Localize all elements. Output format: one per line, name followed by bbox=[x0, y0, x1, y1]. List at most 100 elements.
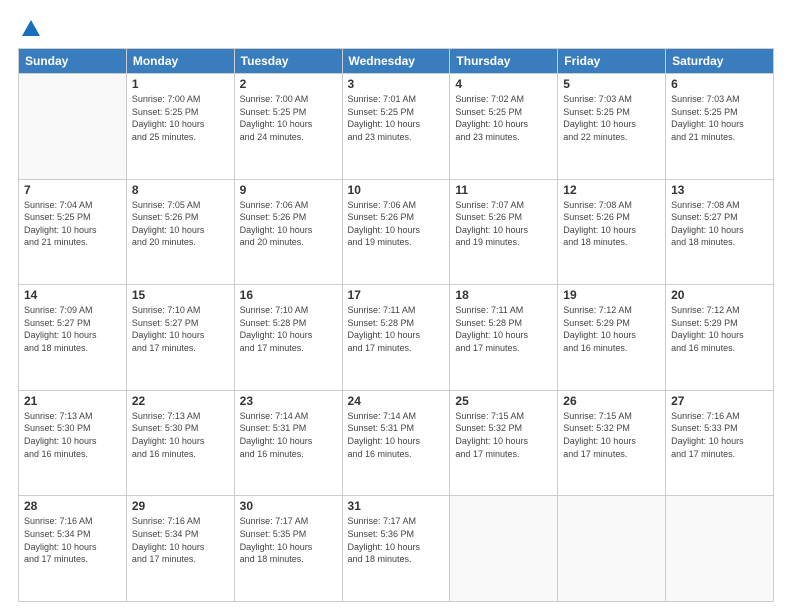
day-number: 20 bbox=[671, 288, 768, 302]
calendar-week-row: 14 Sunrise: 7:09 AM Sunset: 5:27 PM Dayli… bbox=[19, 285, 774, 391]
day-number: 16 bbox=[240, 288, 337, 302]
calendar-cell: 16 Sunrise: 7:10 AM Sunset: 5:28 PM Dayli… bbox=[234, 285, 342, 391]
calendar-cell bbox=[558, 496, 666, 602]
day-info: Sunrise: 7:14 AM Sunset: 5:31 PM Dayligh… bbox=[240, 410, 337, 460]
day-number: 13 bbox=[671, 183, 768, 197]
day-info: Sunrise: 7:12 AM Sunset: 5:29 PM Dayligh… bbox=[671, 304, 768, 354]
day-info: Sunrise: 7:10 AM Sunset: 5:28 PM Dayligh… bbox=[240, 304, 337, 354]
day-number: 22 bbox=[132, 394, 229, 408]
calendar-cell: 25 Sunrise: 7:15 AM Sunset: 5:32 PM Dayli… bbox=[450, 390, 558, 496]
calendar-cell: 2 Sunrise: 7:00 AM Sunset: 5:25 PM Daylig… bbox=[234, 74, 342, 180]
day-number: 2 bbox=[240, 77, 337, 91]
day-number: 25 bbox=[455, 394, 552, 408]
calendar-cell: 12 Sunrise: 7:08 AM Sunset: 5:26 PM Dayli… bbox=[558, 179, 666, 285]
day-number: 31 bbox=[348, 499, 445, 513]
day-number: 12 bbox=[563, 183, 660, 197]
day-info: Sunrise: 7:09 AM Sunset: 5:27 PM Dayligh… bbox=[24, 304, 121, 354]
calendar-cell: 19Sunrise: 7:12 AM Sunset: 5:29 PM Dayli… bbox=[558, 285, 666, 391]
calendar-cell: 18Sunrise: 7:11 AM Sunset: 5:28 PM Dayli… bbox=[450, 285, 558, 391]
page: SundayMondayTuesdayWednesdayThursdayFrid… bbox=[0, 0, 792, 612]
calendar-cell: 10 Sunrise: 7:06 AM Sunset: 5:26 PM Dayli… bbox=[342, 179, 450, 285]
calendar-cell bbox=[19, 74, 127, 180]
calendar-cell: 24 Sunrise: 7:14 AM Sunset: 5:31 PM Dayli… bbox=[342, 390, 450, 496]
calendar-cell: 1 Sunrise: 7:00 AM Sunset: 5:25 PM Daylig… bbox=[126, 74, 234, 180]
calendar-cell: 13 Sunrise: 7:08 AM Sunset: 5:27 PM Dayli… bbox=[666, 179, 774, 285]
day-number: 5 bbox=[563, 77, 660, 91]
calendar-header-row: SundayMondayTuesdayWednesdayThursdayFrid… bbox=[19, 49, 774, 74]
day-number: 1 bbox=[132, 77, 229, 91]
day-info: Sunrise: 7:15 AM Sunset: 5:32 PM Dayligh… bbox=[455, 410, 552, 460]
calendar-cell: 9Sunrise: 7:06 AM Sunset: 5:26 PM Daylig… bbox=[234, 179, 342, 285]
calendar-cell: 28 Sunrise: 7:16 AM Sunset: 5:34 PM Dayli… bbox=[19, 496, 127, 602]
day-number: 26 bbox=[563, 394, 660, 408]
calendar-cell: 4 Sunrise: 7:02 AM Sunset: 5:25 PM Daylig… bbox=[450, 74, 558, 180]
day-info: Sunrise: 7:16 AM Sunset: 5:33 PM Dayligh… bbox=[671, 410, 768, 460]
weekday-header-wednesday: Wednesday bbox=[342, 49, 450, 74]
day-info: Sunrise: 7:08 AM Sunset: 5:27 PM Dayligh… bbox=[671, 199, 768, 249]
calendar-cell: 8 Sunrise: 7:05 AM Sunset: 5:26 PM Daylig… bbox=[126, 179, 234, 285]
day-info: Sunrise: 7:16 AM Sunset: 5:34 PM Dayligh… bbox=[24, 515, 121, 565]
calendar-cell: 23 Sunrise: 7:14 AM Sunset: 5:31 PM Dayli… bbox=[234, 390, 342, 496]
day-info: Sunrise: 7:10 AM Sunset: 5:27 PM Dayligh… bbox=[132, 304, 229, 354]
calendar-week-row: 21Sunrise: 7:13 AM Sunset: 5:30 PM Dayli… bbox=[19, 390, 774, 496]
calendar-week-row: 28 Sunrise: 7:16 AM Sunset: 5:34 PM Dayli… bbox=[19, 496, 774, 602]
day-number: 15 bbox=[132, 288, 229, 302]
day-number: 9 bbox=[240, 183, 337, 197]
day-info: Sunrise: 7:11 AM Sunset: 5:28 PM Dayligh… bbox=[348, 304, 445, 354]
day-number: 28 bbox=[24, 499, 121, 513]
weekday-header-friday: Friday bbox=[558, 49, 666, 74]
calendar-cell: 7Sunrise: 7:04 AM Sunset: 5:25 PM Daylig… bbox=[19, 179, 127, 285]
day-number: 8 bbox=[132, 183, 229, 197]
day-info: Sunrise: 7:05 AM Sunset: 5:26 PM Dayligh… bbox=[132, 199, 229, 249]
calendar-cell: 27Sunrise: 7:16 AM Sunset: 5:33 PM Dayli… bbox=[666, 390, 774, 496]
calendar-cell: 5Sunrise: 7:03 AM Sunset: 5:25 PM Daylig… bbox=[558, 74, 666, 180]
calendar-week-row: 1 Sunrise: 7:00 AM Sunset: 5:25 PM Daylig… bbox=[19, 74, 774, 180]
day-info: Sunrise: 7:01 AM Sunset: 5:25 PM Dayligh… bbox=[348, 93, 445, 143]
day-info: Sunrise: 7:02 AM Sunset: 5:25 PM Dayligh… bbox=[455, 93, 552, 143]
calendar-cell: 11 Sunrise: 7:07 AM Sunset: 5:26 PM Dayli… bbox=[450, 179, 558, 285]
day-info: Sunrise: 7:11 AM Sunset: 5:28 PM Dayligh… bbox=[455, 304, 552, 354]
calendar-cell: 17 Sunrise: 7:11 AM Sunset: 5:28 PM Dayli… bbox=[342, 285, 450, 391]
day-info: Sunrise: 7:04 AM Sunset: 5:25 PM Dayligh… bbox=[24, 199, 121, 249]
weekday-header-tuesday: Tuesday bbox=[234, 49, 342, 74]
calendar-cell: 3 Sunrise: 7:01 AM Sunset: 5:25 PM Daylig… bbox=[342, 74, 450, 180]
day-info: Sunrise: 7:00 AM Sunset: 5:25 PM Dayligh… bbox=[132, 93, 229, 143]
day-info: Sunrise: 7:07 AM Sunset: 5:26 PM Dayligh… bbox=[455, 199, 552, 249]
day-number: 24 bbox=[348, 394, 445, 408]
day-number: 4 bbox=[455, 77, 552, 91]
day-number: 11 bbox=[455, 183, 552, 197]
logo-icon bbox=[20, 18, 42, 40]
day-info: Sunrise: 7:08 AM Sunset: 5:26 PM Dayligh… bbox=[563, 199, 660, 249]
day-info: Sunrise: 7:12 AM Sunset: 5:29 PM Dayligh… bbox=[563, 304, 660, 354]
calendar-table: SundayMondayTuesdayWednesdayThursdayFrid… bbox=[18, 48, 774, 602]
day-info: Sunrise: 7:13 AM Sunset: 5:30 PM Dayligh… bbox=[132, 410, 229, 460]
day-info: Sunrise: 7:15 AM Sunset: 5:32 PM Dayligh… bbox=[563, 410, 660, 460]
calendar-cell: 30Sunrise: 7:17 AM Sunset: 5:35 PM Dayli… bbox=[234, 496, 342, 602]
day-number: 29 bbox=[132, 499, 229, 513]
day-info: Sunrise: 7:14 AM Sunset: 5:31 PM Dayligh… bbox=[348, 410, 445, 460]
calendar-cell: 29 Sunrise: 7:16 AM Sunset: 5:34 PM Dayli… bbox=[126, 496, 234, 602]
day-number: 23 bbox=[240, 394, 337, 408]
day-number: 14 bbox=[24, 288, 121, 302]
weekday-header-saturday: Saturday bbox=[666, 49, 774, 74]
weekday-header-sunday: Sunday bbox=[19, 49, 127, 74]
logo bbox=[18, 18, 42, 40]
calendar-cell: 20 Sunrise: 7:12 AM Sunset: 5:29 PM Dayli… bbox=[666, 285, 774, 391]
day-number: 3 bbox=[348, 77, 445, 91]
day-number: 6 bbox=[671, 77, 768, 91]
day-number: 10 bbox=[348, 183, 445, 197]
day-info: Sunrise: 7:17 AM Sunset: 5:36 PM Dayligh… bbox=[348, 515, 445, 565]
calendar-cell: 31 Sunrise: 7:17 AM Sunset: 5:36 PM Dayli… bbox=[342, 496, 450, 602]
calendar-cell bbox=[666, 496, 774, 602]
header bbox=[18, 18, 774, 40]
day-info: Sunrise: 7:13 AM Sunset: 5:30 PM Dayligh… bbox=[24, 410, 121, 460]
calendar-cell: 21Sunrise: 7:13 AM Sunset: 5:30 PM Dayli… bbox=[19, 390, 127, 496]
calendar-cell: 6 Sunrise: 7:03 AM Sunset: 5:25 PM Daylig… bbox=[666, 74, 774, 180]
day-number: 17 bbox=[348, 288, 445, 302]
calendar-cell: 22 Sunrise: 7:13 AM Sunset: 5:30 PM Dayli… bbox=[126, 390, 234, 496]
day-info: Sunrise: 7:06 AM Sunset: 5:26 PM Dayligh… bbox=[348, 199, 445, 249]
day-info: Sunrise: 7:16 AM Sunset: 5:34 PM Dayligh… bbox=[132, 515, 229, 565]
day-info: Sunrise: 7:00 AM Sunset: 5:25 PM Dayligh… bbox=[240, 93, 337, 143]
day-info: Sunrise: 7:03 AM Sunset: 5:25 PM Dayligh… bbox=[671, 93, 768, 143]
day-info: Sunrise: 7:17 AM Sunset: 5:35 PM Dayligh… bbox=[240, 515, 337, 565]
